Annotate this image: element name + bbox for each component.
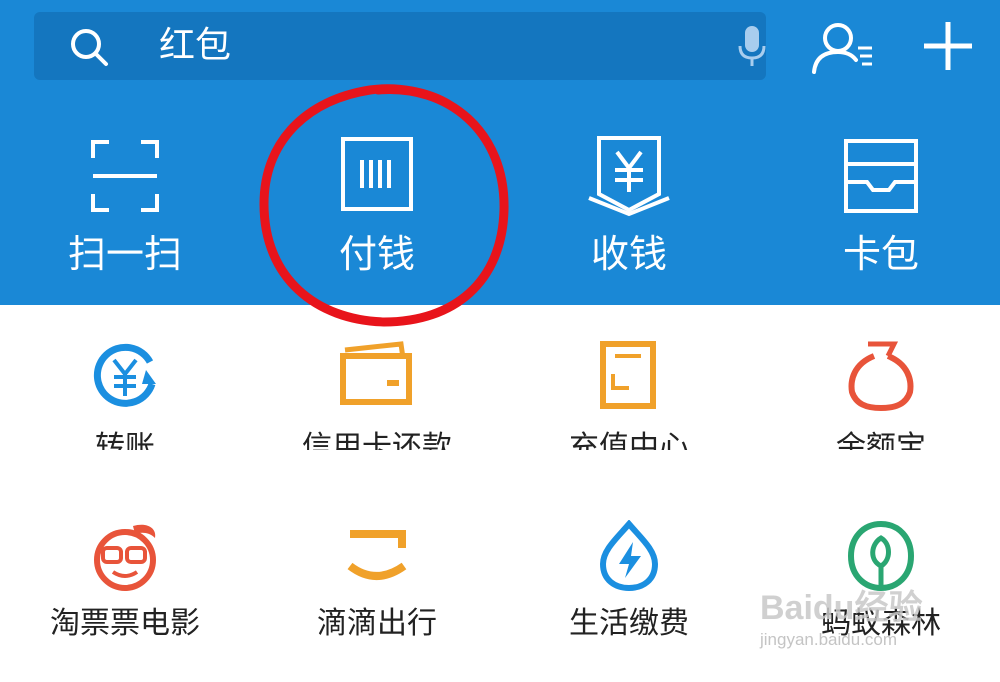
action-label: 卡包 (842, 232, 919, 276)
search-bar[interactable]: 红包 (34, 12, 766, 80)
tile-didi[interactable]: 滴滴出行 (252, 520, 502, 670)
action-card-wallet[interactable]: 卡包 (756, 130, 1000, 290)
tile-phone-topup[interactable]: 充值中心 (504, 340, 754, 490)
yuebao-icon (848, 341, 914, 412)
didi-icon (347, 530, 407, 580)
receive-money-icon (588, 136, 670, 217)
tile-label: 转账 (95, 430, 155, 450)
tile-label: 充值中心 (569, 430, 689, 450)
action-receive[interactable]: 收钱 (504, 130, 754, 290)
highlight-circle (259, 84, 509, 327)
microphone-icon[interactable] (734, 24, 770, 70)
tile-credit-card[interactable]: 信用卡还款 (252, 340, 502, 490)
tile-label: 生活缴费 (569, 606, 689, 641)
baidu-watermark: Baidu经验 jingyan.baidu.com (760, 588, 990, 668)
tile-label: 淘票票电影 (50, 606, 200, 641)
search-input[interactable]: 红包 (159, 24, 231, 68)
phone-topup-icon (600, 341, 656, 409)
card-wallet-icon (844, 139, 918, 213)
action-scan[interactable]: 扫一扫 (0, 130, 250, 290)
tile-label: 滴滴出行 (317, 606, 437, 641)
watermark-url: jingyan.baidu.com (760, 630, 898, 649)
tile-transfer[interactable]: 转账 (0, 340, 250, 490)
transfer-icon (93, 343, 156, 407)
taopiaopiao-icon (94, 524, 156, 591)
action-label: 扫一扫 (67, 232, 182, 276)
action-label: 收钱 (590, 232, 667, 276)
plus-icon[interactable] (920, 18, 976, 74)
watermark-brand: Baidu经验 (760, 589, 923, 627)
contacts-icon[interactable] (810, 20, 882, 76)
tile-label: 余额宝 (836, 430, 926, 450)
credit-card-icon (340, 341, 412, 405)
ant-forest-icon (847, 520, 915, 592)
scan-icon (91, 140, 159, 212)
tile-utility[interactable]: 生活缴费 (504, 520, 754, 670)
utility-payment-icon (599, 520, 659, 592)
search-icon (71, 29, 108, 66)
tile-yuebao[interactable]: 余额宝 (756, 340, 1000, 490)
tile-taopiaopiao[interactable]: 淘票票电影 (0, 520, 250, 670)
tile-label: 信用卡还款 (302, 430, 452, 450)
